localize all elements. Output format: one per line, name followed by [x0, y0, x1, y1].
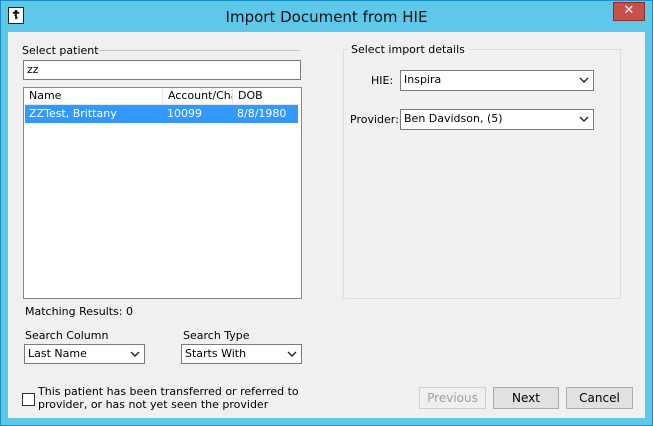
column-header-dob[interactable]: DOB: [233, 88, 301, 104]
patient-list[interactable]: Name Account/Cha DOB ZZTest, Brittany 10…: [23, 87, 302, 299]
search-type-value: Starts With: [185, 347, 247, 360]
hie-label: HIE:: [371, 74, 394, 87]
patient-search-input[interactable]: zz: [23, 60, 301, 80]
hie-value: Inspira: [404, 73, 442, 86]
chevron-down-icon: [579, 116, 589, 122]
select-patient-divider: [96, 50, 300, 51]
search-type-label: Search Type: [183, 329, 250, 342]
chevron-down-icon: [579, 77, 589, 83]
transfer-checkbox-label[interactable]: This patient has been transferred or ref…: [38, 385, 299, 411]
matching-results-label: Matching Results: 0: [25, 305, 133, 318]
patient-list-header: Name Account/Cha DOB: [24, 88, 301, 105]
search-column-value: Last Name: [28, 347, 87, 360]
search-type-select[interactable]: Starts With: [181, 344, 302, 364]
transfer-checkbox[interactable]: [22, 393, 35, 406]
window-title: Import Document from HIE: [225, 8, 428, 26]
patient-name-cell: ZZTest, Brittany: [29, 107, 117, 120]
provider-label: Provider:: [350, 113, 399, 126]
search-column-select[interactable]: Last Name: [24, 344, 145, 364]
column-header-name[interactable]: Name: [24, 88, 163, 104]
hie-select[interactable]: Inspira: [400, 70, 594, 91]
close-button[interactable]: ✕: [613, 2, 645, 21]
transfer-label-line2: provider, or has not yet seen the provid…: [38, 398, 269, 411]
provider-select[interactable]: Ben Davidson, (5): [400, 109, 594, 130]
patient-row[interactable]: ZZTest, Brittany 10099 8/8/1980: [25, 105, 298, 123]
column-header-account[interactable]: Account/Cha: [163, 88, 233, 104]
dialog-body: Select patient zz Name Account/Cha DOB Z…: [8, 32, 645, 418]
patient-dob-cell: 8/8/1980: [237, 107, 287, 120]
next-button[interactable]: Next: [493, 387, 559, 409]
chevron-down-icon: [287, 351, 297, 357]
previous-button[interactable]: Previous: [419, 387, 486, 409]
chevron-down-icon: [130, 351, 140, 357]
import-dialog-window: ☦ Import Document from HIE ✕ Select pati…: [0, 0, 653, 426]
search-column-label: Search Column: [25, 329, 109, 342]
select-patient-label: Select patient: [22, 44, 99, 57]
provider-value: Ben Davidson, (5): [404, 112, 503, 125]
title-bar[interactable]: ☦ Import Document from HIE ✕: [1, 1, 652, 32]
patient-account-cell: 10099: [167, 107, 202, 120]
cancel-button[interactable]: Cancel: [566, 387, 633, 409]
transfer-label-line1: This patient has been transferred or ref…: [38, 385, 299, 398]
import-details-label: Select import details: [348, 43, 468, 56]
